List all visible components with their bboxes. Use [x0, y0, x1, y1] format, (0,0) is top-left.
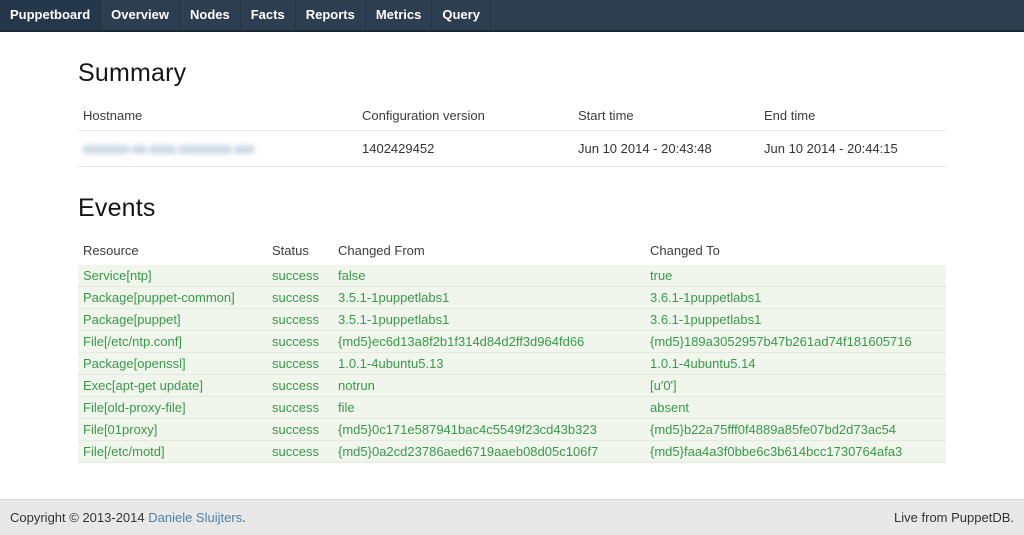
events-title: Events: [78, 194, 946, 223]
nav-item-reports[interactable]: Reports: [296, 0, 366, 30]
event-row: Package[openssl] success 1.0.1-4ubuntu5.…: [78, 353, 946, 375]
copyright-text: Copyright © 2013-2014 Daniele Sluijters.: [10, 510, 246, 525]
event-changed-to: {md5}faa4a3f0bbe6c3b614bcc1730764afa3: [645, 441, 946, 463]
start-time-value: Jun 10 2014 - 20:43:48: [573, 131, 759, 167]
footer: Copyright © 2013-2014 Daniele Sluijters.…: [0, 499, 1024, 535]
event-row: File[old-proxy-file] success file absent: [78, 397, 946, 419]
event-changed-to: [u'0']: [645, 375, 946, 397]
event-resource: Package[puppet]: [78, 309, 267, 331]
top-navbar: Puppetboard Overview Nodes Facts Reports…: [0, 0, 1024, 32]
event-resource: Service[ntp]: [78, 265, 267, 287]
events-col-changed-from: Changed From: [333, 236, 645, 265]
event-changed-to: 3.6.1-1puppetlabs1: [645, 287, 946, 309]
nav-item-metrics[interactable]: Metrics: [366, 0, 433, 30]
events-table: Resource Status Changed From Changed To …: [78, 236, 946, 463]
event-changed-to: true: [645, 265, 946, 287]
nav-item-query[interactable]: Query: [432, 0, 491, 30]
summary-title: Summary: [78, 59, 946, 88]
live-from-puppetdb-text: Live from PuppetDB.: [894, 510, 1014, 525]
event-status: success: [267, 265, 333, 287]
event-status: success: [267, 331, 333, 353]
events-col-status: Status: [267, 236, 333, 265]
events-col-resource: Resource: [78, 236, 267, 265]
event-resource: Package[puppet-common]: [78, 287, 267, 309]
event-status: success: [267, 397, 333, 419]
author-link[interactable]: Daniele Sluijters: [148, 510, 242, 525]
event-changed-to: {md5}189a3052957b47b261ad74f181605716: [645, 331, 946, 353]
summary-header-row: Hostname Configuration version Start tim…: [78, 101, 946, 131]
event-row: File[01proxy] success {md5}0c171e587941b…: [78, 419, 946, 441]
summary-data-row: xxxxxxx-xx.xxxx.xxxxxxxx.xxx 1402429452 …: [78, 131, 946, 167]
event-resource: File[/etc/ntp.conf]: [78, 331, 267, 353]
event-status: success: [267, 287, 333, 309]
event-changed-to: {md5}b22a75fff0f4889a85fe07bd2d73ac54: [645, 419, 946, 441]
summary-col-end-time: End time: [759, 101, 946, 131]
event-changed-from: false: [333, 265, 645, 287]
event-status: success: [267, 419, 333, 441]
event-changed-to: absent: [645, 397, 946, 419]
event-row: Service[ntp] success false true: [78, 265, 946, 287]
event-changed-from: notrun: [333, 375, 645, 397]
event-changed-from: {md5}0c171e587941bac4c5549f23cd43b323: [333, 419, 645, 441]
event-changed-from: 1.0.1-4ubuntu5.13: [333, 353, 645, 375]
event-changed-to: 1.0.1-4ubuntu5.14: [645, 353, 946, 375]
event-resource: File[old-proxy-file]: [78, 397, 267, 419]
event-status: success: [267, 353, 333, 375]
nav-item-overview[interactable]: Overview: [101, 0, 180, 30]
configuration-version-value: 1402429452: [357, 131, 573, 167]
summary-col-start-time: Start time: [573, 101, 759, 131]
nav-item-facts[interactable]: Facts: [241, 0, 296, 30]
events-col-changed-to: Changed To: [645, 236, 946, 265]
nav-item-nodes[interactable]: Nodes: [180, 0, 241, 30]
event-row: File[/etc/motd] success {md5}0a2cd23786a…: [78, 441, 946, 463]
end-time-value: Jun 10 2014 - 20:44:15: [759, 131, 946, 167]
summary-table: Hostname Configuration version Start tim…: [78, 101, 946, 167]
event-resource: File[/etc/motd]: [78, 441, 267, 463]
summary-col-config-version: Configuration version: [357, 101, 573, 131]
events-header-row: Resource Status Changed From Changed To: [78, 236, 946, 265]
event-changed-from: {md5}ec6d13a8f2b1f314d84d2ff3d964fd66: [333, 331, 645, 353]
main-content: Summary Hostname Configuration version S…: [78, 59, 946, 463]
event-changed-from: {md5}0a2cd23786aed6719aaeb08d05c106f7: [333, 441, 645, 463]
event-row: Package[puppet-common] success 3.5.1-1pu…: [78, 287, 946, 309]
event-resource: Package[openssl]: [78, 353, 267, 375]
event-changed-from: 3.5.1-1puppetlabs1: [333, 287, 645, 309]
event-changed-from: file: [333, 397, 645, 419]
event-changed-from: 3.5.1-1puppetlabs1: [333, 309, 645, 331]
event-status: success: [267, 441, 333, 463]
event-changed-to: 3.6.1-1puppetlabs1: [645, 309, 946, 331]
event-row: Package[puppet] success 3.5.1-1puppetlab…: [78, 309, 946, 331]
event-row: Exec[apt-get update] success notrun [u'0…: [78, 375, 946, 397]
event-status: success: [267, 309, 333, 331]
event-status: success: [267, 375, 333, 397]
brand-puppetboard[interactable]: Puppetboard: [0, 0, 101, 30]
summary-col-hostname: Hostname: [78, 101, 357, 131]
event-row: File[/etc/ntp.conf] success {md5}ec6d13a…: [78, 331, 946, 353]
event-resource: Exec[apt-get update]: [78, 375, 267, 397]
hostname-link-redacted[interactable]: xxxxxxx-xx.xxxx.xxxxxxxx.xxx: [83, 141, 254, 156]
event-resource: File[01proxy]: [78, 419, 267, 441]
